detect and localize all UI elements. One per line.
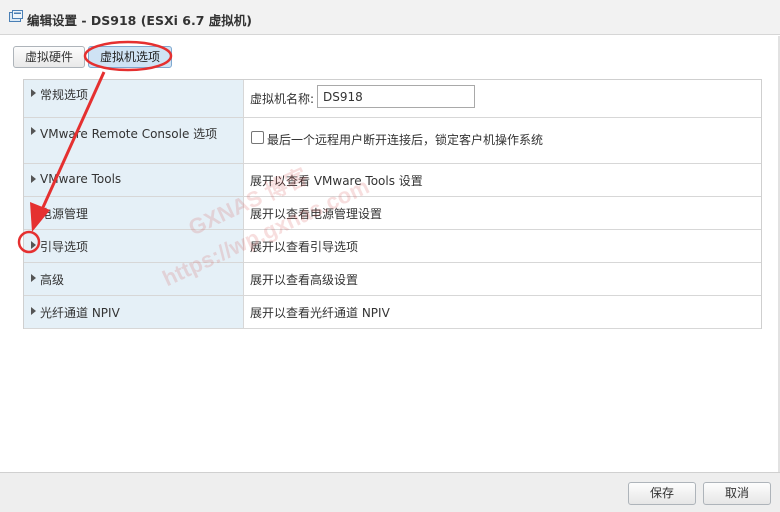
- option-label-general: 常规选项: [40, 88, 89, 102]
- option-header-boot[interactable]: 引导选项: [24, 230, 244, 262]
- npiv-summary: 展开以查看光纤通道 NPIV: [250, 306, 390, 320]
- option-header-advanced[interactable]: 高级: [24, 263, 244, 295]
- option-row-tools: VMware Tools 展开以查看 VMware Tools 设置: [24, 164, 761, 197]
- option-header-vmrc[interactable]: VMware Remote Console 选项: [24, 118, 244, 163]
- expand-arrow-icon[interactable]: [31, 208, 36, 216]
- tab-vm-options[interactable]: 虚拟机选项: [88, 46, 172, 68]
- option-label-vmrc: VMware Remote Console 选项: [40, 127, 218, 141]
- option-label-advanced: 高级: [40, 273, 65, 287]
- expand-arrow-icon[interactable]: [31, 307, 36, 315]
- tools-summary: 展开以查看 VMware Tools 设置: [250, 174, 423, 188]
- cancel-button[interactable]: 取消: [703, 482, 771, 505]
- vm-name-label: 虚拟机名称:: [250, 92, 315, 106]
- option-label-npiv: 光纤通道 NPIV: [40, 306, 120, 320]
- dialog-title-bar: 编辑设置 - DS918 (ESXi 6.7 虚拟机): [0, 0, 780, 35]
- dialog-title: 编辑设置 - DS918 (ESXi 6.7 虚拟机): [27, 13, 252, 28]
- option-header-power[interactable]: 电源管理: [24, 197, 244, 229]
- option-label-boot: 引导选项: [40, 240, 89, 254]
- option-header-npiv[interactable]: 光纤通道 NPIV: [24, 296, 244, 328]
- option-label-power: 电源管理: [40, 207, 89, 221]
- boot-summary: 展开以查看引导选项: [250, 240, 359, 254]
- option-row-general: 常规选项 虚拟机名称:: [24, 80, 761, 118]
- expand-arrow-icon[interactable]: [31, 89, 36, 97]
- advanced-summary: 展开以查看高级设置: [250, 273, 359, 287]
- option-row-npiv: 光纤通道 NPIV 展开以查看光纤通道 NPIV: [24, 296, 761, 329]
- power-summary: 展开以查看电源管理设置: [250, 207, 383, 221]
- lock-guest-os-checkbox[interactable]: [251, 131, 264, 144]
- tab-virtual-hardware[interactable]: 虚拟硬件: [13, 46, 85, 68]
- option-header-tools[interactable]: VMware Tools: [24, 164, 244, 196]
- lock-guest-os-label: 最后一个远程用户断开连接后，锁定客户机操作系统: [267, 133, 544, 147]
- option-label-tools: VMware Tools: [40, 172, 122, 186]
- save-button[interactable]: 保存: [628, 482, 696, 505]
- option-row-advanced: 高级 展开以查看高级设置: [24, 263, 761, 296]
- expand-arrow-icon[interactable]: [31, 127, 36, 135]
- option-row-vmrc: VMware Remote Console 选项 最后一个远程用户断开连接后，锁…: [24, 118, 761, 164]
- expand-arrow-icon[interactable]: [31, 241, 36, 249]
- vm-options-panel: 常规选项 虚拟机名称: VMware Remote Console 选项 最后一…: [23, 79, 762, 329]
- option-row-power: 电源管理 展开以查看电源管理设置: [24, 197, 761, 230]
- expand-arrow-icon[interactable]: [31, 175, 36, 183]
- option-header-general[interactable]: 常规选项: [24, 80, 244, 117]
- vm-settings-icon: [9, 10, 23, 22]
- option-row-boot: 引导选项 展开以查看引导选项: [24, 230, 761, 263]
- expand-arrow-icon[interactable]: [31, 274, 36, 282]
- dialog-footer: 保存 取消: [0, 472, 780, 512]
- vm-name-input[interactable]: [317, 85, 475, 108]
